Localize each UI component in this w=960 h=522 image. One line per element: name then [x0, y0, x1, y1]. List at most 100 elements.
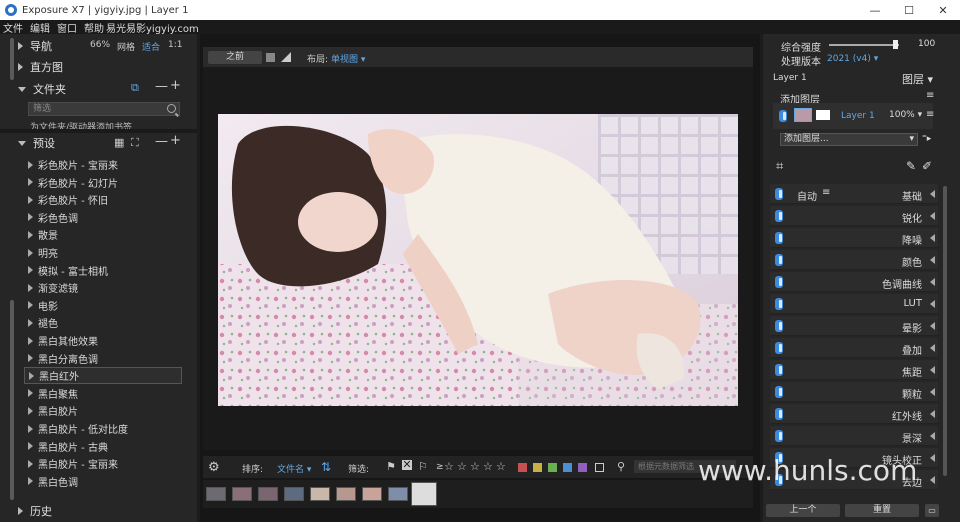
adjustment-panel-row[interactable]: 锐化	[770, 206, 938, 226]
preset-item[interactable]: 明亮	[24, 244, 182, 261]
settings-gear-icon[interactable]: ⚙	[208, 460, 220, 475]
remove-folder-icon[interactable]: —	[155, 79, 168, 94]
strength-slider[interactable]	[829, 44, 899, 46]
filmstrip-thumbnail[interactable]	[258, 487, 278, 501]
color-label-swatch[interactable]	[518, 463, 527, 472]
layer-thumbnail[interactable]	[794, 108, 812, 122]
strength-slider-handle[interactable]	[893, 40, 898, 49]
color-label-swatch[interactable]	[578, 463, 587, 472]
preset-item[interactable]: 褪色	[24, 314, 182, 331]
preset-item[interactable]: 散景	[24, 226, 182, 243]
compare-square-icon[interactable]	[266, 53, 275, 62]
panel-enable-toggle[interactable]	[775, 408, 783, 420]
split-view-icon[interactable]	[281, 52, 291, 62]
filmstrip-thumbnail[interactable]	[336, 487, 356, 501]
adjustment-panel-row[interactable]: 红外线	[770, 404, 938, 424]
maximize-button[interactable]: ☐	[892, 0, 926, 20]
color-label-swatch[interactable]	[563, 463, 572, 472]
adjustment-panel-row[interactable]: 颜色	[770, 250, 938, 270]
left-scrollbar[interactable]	[10, 300, 14, 500]
fullscreen-icon[interactable]: ⛶	[131, 136, 139, 150]
remove-preset-icon[interactable]: —	[155, 134, 168, 149]
preset-item[interactable]: 黑白聚焦	[24, 385, 182, 402]
menu-help[interactable]: 帮助	[84, 20, 104, 35]
reject-filter-icon[interactable]: ✕	[402, 459, 412, 470]
preset-item[interactable]: 彩色胶片 - 幻灯片	[24, 174, 182, 191]
brush-tool-icon[interactable]: ✎	[906, 159, 916, 173]
add-layer-dropdown[interactable]: 添加图层... ▾	[780, 133, 918, 146]
panel-enable-toggle[interactable]	[775, 364, 783, 376]
previous-button[interactable]: 上一个	[766, 504, 840, 517]
adjustment-panel-row[interactable]: 基础	[770, 184, 938, 204]
layers-dropdown[interactable]: 图层 ▾	[902, 71, 933, 87]
panel-enable-toggle[interactable]	[775, 232, 783, 244]
layer-menu-icon[interactable]: ≡	[926, 90, 934, 101]
menu-window[interactable]: 窗口	[57, 20, 77, 35]
folder-search-input[interactable]: 筛选	[28, 102, 180, 116]
folder-bookmark-hint[interactable]: 为文件夹/驱动器添加书签	[30, 120, 180, 129]
zoom-percent[interactable]: 66%	[90, 40, 110, 50]
filmstrip-thumbnail[interactable]	[411, 482, 437, 506]
panel-enable-toggle[interactable]	[775, 320, 783, 332]
grid-view-icon[interactable]: ▦	[114, 136, 124, 149]
adjustment-panel-row[interactable]: 色调曲线	[770, 272, 938, 292]
search-icon[interactable]: ⚲	[617, 460, 625, 473]
before-button[interactable]: 之前	[208, 51, 262, 64]
paint-brush-icon[interactable]: ✐	[922, 159, 932, 173]
star-1-icon[interactable]: ☆	[444, 460, 454, 473]
right-scrollbar[interactable]	[943, 186, 947, 476]
preset-item[interactable]: 黑白胶片	[24, 402, 182, 419]
panel-enable-toggle[interactable]	[775, 276, 783, 288]
sort-dropdown[interactable]: 文件名 ▾	[277, 462, 311, 475]
photo-preview[interactable]	[218, 114, 738, 406]
close-button[interactable]: ✕	[926, 0, 960, 20]
filmstrip-thumbnail[interactable]	[310, 487, 330, 501]
adjustment-panel-row[interactable]: LUT	[770, 294, 938, 314]
filmstrip-thumbnail[interactable]	[284, 487, 304, 501]
color-label-swatch[interactable]	[548, 463, 557, 472]
preset-item[interactable]: 渐变滤镜	[24, 279, 182, 296]
preset-item[interactable]: 黑白胶片 - 宝丽来	[24, 455, 182, 472]
add-preset-icon[interactable]: +	[170, 133, 181, 148]
minimize-button[interactable]: —	[858, 0, 892, 20]
folder-bookmark-icon[interactable]: ⧉	[131, 81, 139, 95]
unflag-filter-icon[interactable]: ⚐	[418, 460, 428, 473]
adjustment-panel-row[interactable]: 景深	[770, 426, 938, 446]
preset-item[interactable]: 电影	[24, 297, 182, 314]
menu-file[interactable]: 文件	[3, 20, 23, 35]
layer-row-menu-icon[interactable]: ≡	[926, 109, 934, 120]
filmstrip-thumbnail[interactable]	[362, 487, 382, 501]
preset-item[interactable]: 彩色胶片 - 怀旧	[24, 191, 182, 208]
version-dropdown[interactable]: 2021 (v4) ▾	[827, 54, 878, 64]
filmstrip-thumbnail[interactable]	[206, 487, 226, 501]
preset-item[interactable]: 黑白胶片 - 低对比度	[24, 420, 182, 437]
flag-filter-icon[interactable]: ⚑	[386, 460, 396, 473]
panel-toggle-icon[interactable]: ▭	[925, 504, 939, 517]
add-folder-icon[interactable]: +	[170, 78, 181, 93]
panel-enable-toggle[interactable]	[775, 386, 783, 398]
sort-direction-icon[interactable]: ⇅	[321, 460, 331, 474]
auto-label[interactable]: 自动	[797, 188, 817, 203]
adjustment-panel-row[interactable]: 颗粒	[770, 382, 938, 402]
menu-site-link[interactable]: 易光易影yigyiy.com	[106, 20, 199, 35]
preset-item[interactable]: 彩色胶片 - 宝丽来	[24, 156, 182, 173]
layer-visibility-toggle[interactable]	[779, 110, 787, 122]
menu-edit[interactable]: 编辑	[30, 20, 50, 35]
zoom-fit[interactable]: 适合	[142, 40, 160, 53]
color-label-swatch[interactable]	[533, 463, 542, 472]
preset-item[interactable]: 黑白其他效果	[24, 332, 182, 349]
panel-enable-toggle[interactable]	[775, 210, 783, 222]
star-4-icon[interactable]: ☆	[483, 460, 493, 473]
layer-mask-thumbnail[interactable]	[816, 110, 830, 120]
star-5-icon[interactable]: ☆	[496, 460, 506, 473]
star-2-icon[interactable]: ☆	[457, 460, 467, 473]
panel-enable-toggle[interactable]	[775, 298, 783, 310]
layer-options-icon[interactable]: ⁼▸	[922, 134, 931, 144]
preset-item[interactable]: 黑白色调	[24, 473, 182, 490]
zoom-1to1[interactable]: 1:1	[168, 40, 182, 50]
preset-item[interactable]: 模拟 - 富士相机	[24, 262, 182, 279]
preset-item[interactable]: 黑白胶片 - 古典	[24, 438, 182, 455]
adjustment-panel-row[interactable]: 晕影	[770, 316, 938, 336]
panel-enable-toggle[interactable]	[775, 430, 783, 442]
layer-opacity[interactable]: 100% ▾	[889, 110, 922, 120]
